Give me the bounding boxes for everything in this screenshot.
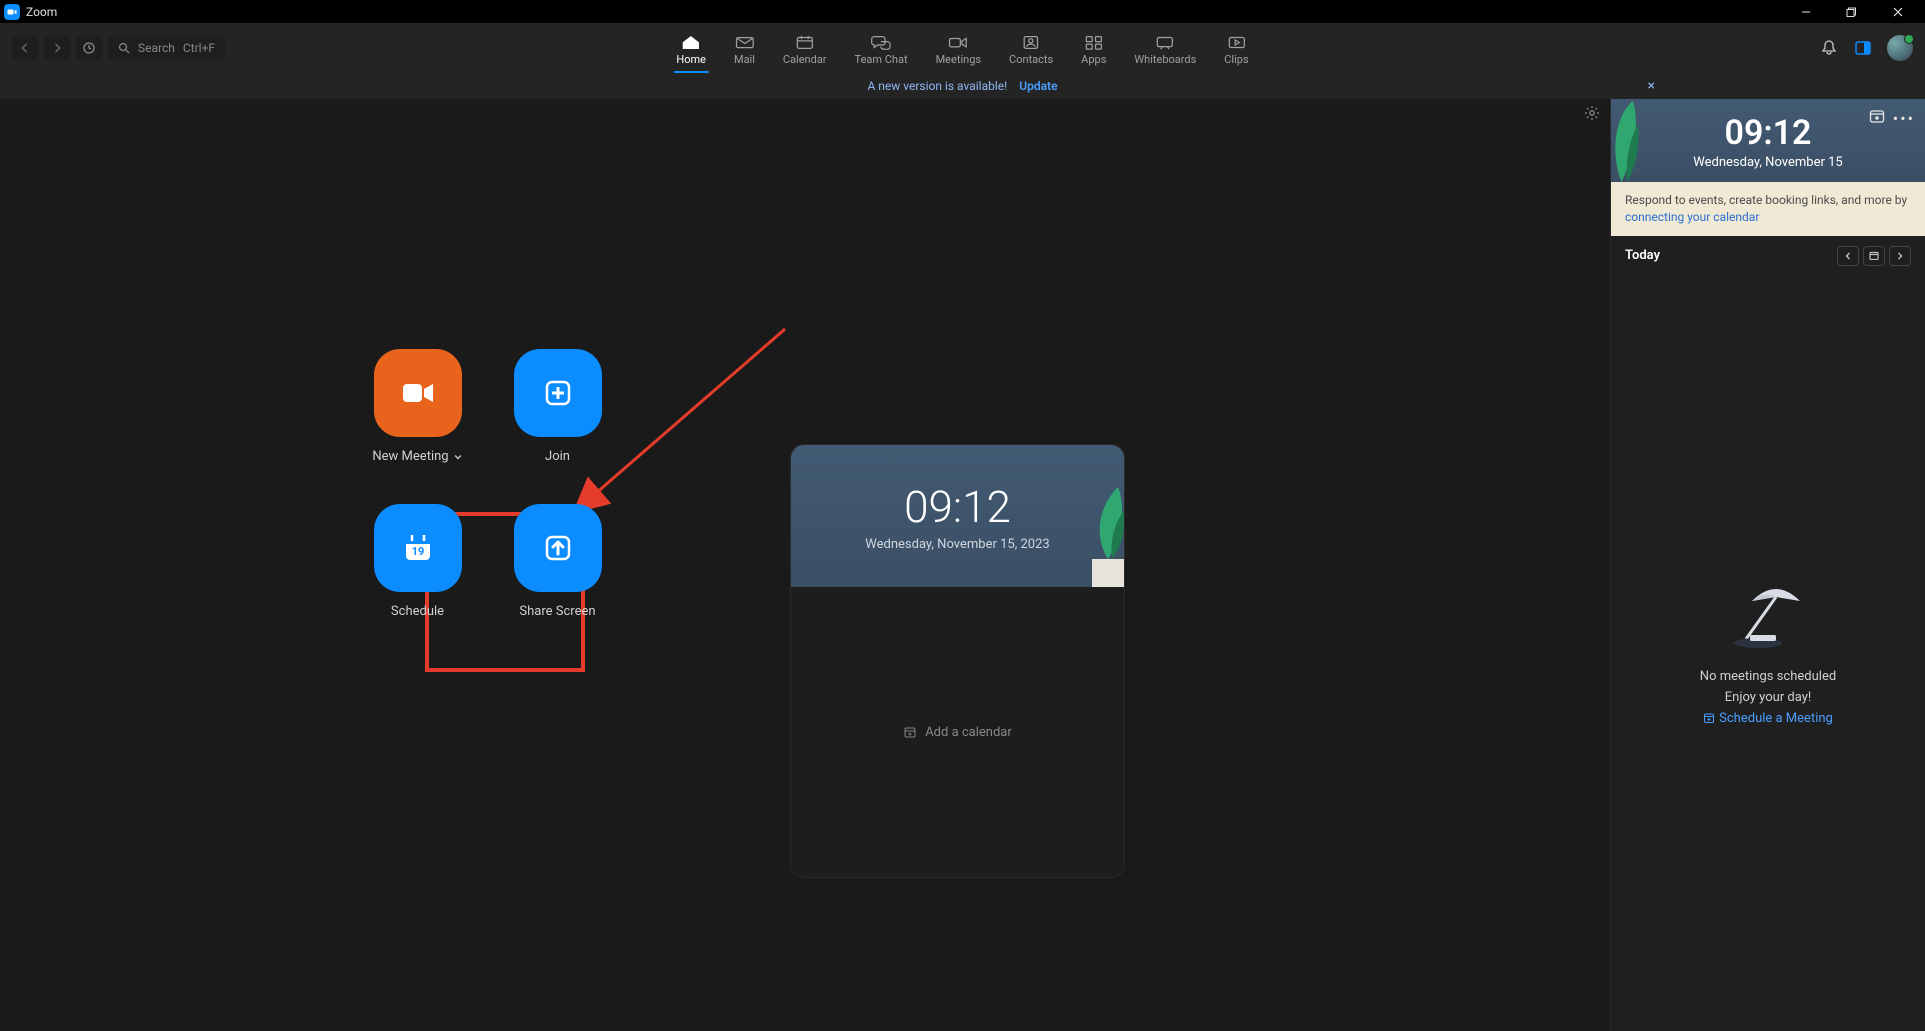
clock-header: 09:12 Wednesday, November 15, 2023 bbox=[791, 445, 1124, 587]
today-header: Today bbox=[1611, 236, 1925, 276]
tab-mail[interactable]: Mail bbox=[720, 23, 769, 73]
umbrella-icon bbox=[1728, 581, 1808, 651]
schedule-action: 19 Schedule bbox=[355, 504, 480, 619]
calendar-icon: 19 bbox=[398, 528, 438, 568]
nav-history-button[interactable] bbox=[76, 35, 102, 61]
apps-icon bbox=[1084, 35, 1104, 51]
rp-time: 09:12 bbox=[1627, 113, 1909, 153]
clock-date: Wednesday, November 15, 2023 bbox=[865, 537, 1049, 552]
today-label: Today bbox=[1625, 248, 1660, 263]
panel-toggle-button[interactable] bbox=[1853, 38, 1873, 58]
join-label: Join bbox=[545, 449, 570, 464]
tab-contacts[interactable]: Contacts bbox=[995, 23, 1067, 73]
update-banner: A new version is available! Update × bbox=[0, 73, 1925, 99]
tab-team-chat[interactable]: Team Chat bbox=[841, 23, 922, 73]
calendar-plus-icon bbox=[903, 725, 917, 739]
window-maximize-button[interactable] bbox=[1829, 0, 1875, 23]
whiteboard-icon bbox=[1155, 35, 1175, 51]
chat-icon bbox=[871, 35, 891, 51]
tab-label: Whiteboards bbox=[1134, 53, 1196, 66]
calendar-plus-icon bbox=[1703, 712, 1715, 724]
schedule-label: Schedule bbox=[391, 604, 444, 619]
join-action: Join bbox=[495, 349, 620, 464]
window-minimize-button[interactable] bbox=[1783, 0, 1829, 23]
calendar-prev-button[interactable] bbox=[1837, 246, 1859, 266]
banner-text: A new version is available! bbox=[867, 79, 1007, 93]
calendar-connect-message: Respond to events, create booking links,… bbox=[1611, 182, 1925, 236]
banner-close-button[interactable]: × bbox=[1648, 78, 1655, 94]
plus-icon bbox=[538, 373, 578, 413]
share-screen-label: Share Screen bbox=[519, 604, 595, 619]
topbar: Search Ctrl+F Home Mail Calendar Team Ch… bbox=[0, 23, 1925, 73]
tab-meetings[interactable]: Meetings bbox=[922, 23, 995, 73]
tab-label: Contacts bbox=[1009, 53, 1053, 66]
connect-calendar-link[interactable]: connecting your calendar bbox=[1625, 210, 1759, 224]
window-close-button[interactable] bbox=[1875, 0, 1921, 23]
new-meeting-label: New Meeting bbox=[372, 449, 448, 464]
no-meetings-line2: Enjoy your day! bbox=[1725, 690, 1811, 705]
tab-label: Clips bbox=[1224, 53, 1248, 66]
plant-illustration-small bbox=[1611, 99, 1645, 182]
tab-label: Home bbox=[676, 53, 706, 66]
banner-update-link[interactable]: Update bbox=[1019, 79, 1057, 93]
mail-icon bbox=[734, 35, 754, 51]
share-screen-button[interactable] bbox=[514, 504, 602, 592]
share-up-icon bbox=[538, 528, 578, 568]
chevron-down-icon[interactable] bbox=[453, 452, 463, 462]
tab-label: Calendar bbox=[783, 53, 827, 66]
join-button[interactable] bbox=[514, 349, 602, 437]
rp-date: Wednesday, November 15 bbox=[1627, 155, 1909, 170]
calendar-next-button[interactable] bbox=[1889, 246, 1911, 266]
tab-label: Apps bbox=[1081, 53, 1106, 66]
window-title: Zoom bbox=[26, 5, 57, 19]
plant-illustration bbox=[1064, 477, 1124, 587]
tab-clips[interactable]: Clips bbox=[1210, 23, 1262, 73]
right-panel-clock: ••• 09:12 Wednesday, November 15 bbox=[1611, 99, 1925, 182]
clock-card: 09:12 Wednesday, November 15, 2023 Add a… bbox=[790, 444, 1125, 878]
svg-text:19: 19 bbox=[411, 545, 424, 558]
calendar-icon bbox=[795, 35, 815, 51]
tab-apps[interactable]: Apps bbox=[1067, 23, 1120, 73]
tab-home[interactable]: Home bbox=[662, 23, 720, 73]
settings-button[interactable] bbox=[1584, 105, 1600, 121]
nav-tabs: Home Mail Calendar Team Chat Meetings Co… bbox=[662, 23, 1262, 73]
tab-label: Meetings bbox=[936, 53, 981, 66]
nav-forward-button[interactable] bbox=[44, 35, 70, 61]
search-shortcut: Ctrl+F bbox=[183, 41, 215, 55]
tab-label: Team Chat bbox=[855, 53, 908, 66]
zoom-logo-icon bbox=[4, 4, 20, 20]
tab-whiteboards[interactable]: Whiteboards bbox=[1120, 23, 1210, 73]
no-meetings-empty-state: No meetings scheduled Enjoy your day! Sc… bbox=[1611, 276, 1925, 1031]
schedule-meeting-link[interactable]: Schedule a Meeting bbox=[1703, 711, 1833, 726]
window-titlebar: Zoom bbox=[0, 0, 1925, 23]
notifications-button[interactable] bbox=[1819, 38, 1839, 58]
home-icon bbox=[681, 35, 701, 51]
nav-back-button[interactable] bbox=[12, 35, 38, 61]
action-grid: New Meeting Join 19 bbox=[355, 349, 620, 619]
search-input[interactable]: Search Ctrl+F bbox=[108, 35, 225, 61]
search-icon bbox=[118, 42, 130, 54]
clips-icon bbox=[1226, 35, 1246, 51]
more-menu-button[interactable]: ••• bbox=[1893, 109, 1915, 128]
search-label: Search bbox=[138, 41, 175, 55]
video-icon bbox=[398, 373, 438, 413]
user-avatar[interactable] bbox=[1887, 35, 1913, 61]
no-meetings-line1: No meetings scheduled bbox=[1700, 669, 1836, 684]
rp-msg-pre: Respond to events, create booking links,… bbox=[1625, 193, 1907, 207]
main-area: New Meeting Join 19 bbox=[0, 99, 1610, 1031]
tab-label: Mail bbox=[734, 53, 755, 66]
share-screen-action: Share Screen bbox=[495, 504, 620, 619]
clock-time: 09:12 bbox=[904, 481, 1011, 533]
video-icon bbox=[948, 35, 968, 51]
new-meeting-action: New Meeting bbox=[355, 349, 480, 464]
right-panel: ••• 09:12 Wednesday, November 15 Respond… bbox=[1610, 99, 1925, 1031]
calendar-today-button[interactable] bbox=[1863, 246, 1885, 266]
contacts-icon bbox=[1021, 35, 1041, 51]
schedule-button[interactable]: 19 bbox=[374, 504, 462, 592]
tab-calendar[interactable]: Calendar bbox=[769, 23, 841, 73]
new-meeting-button[interactable] bbox=[374, 349, 462, 437]
calendar-add-button[interactable] bbox=[1869, 109, 1885, 128]
add-calendar-link[interactable]: Add a calendar bbox=[925, 725, 1012, 740]
